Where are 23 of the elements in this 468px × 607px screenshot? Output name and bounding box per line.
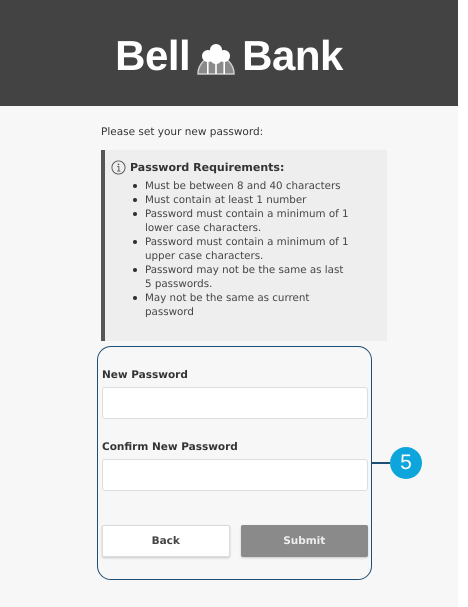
requirement-text: Password must contain a minimum of 1 upper case characters. [145, 235, 350, 263]
bullet-icon [133, 296, 137, 300]
bullet-icon [133, 268, 137, 272]
field-label: New Password [102, 369, 189, 381]
back-button[interactable]: Back [102, 525, 230, 557]
step-badge: 5 [390, 447, 422, 479]
field-label: Confirm New Password [102, 441, 239, 453]
requirement-text: May not be the same as current password [145, 291, 310, 319]
requirement-text: Password must contain a minimum of 1 lower case characters. [145, 207, 350, 235]
requirements-title: Password Requirements: [130, 161, 284, 174]
input-field[interactable] [102, 459, 368, 491]
bullet-icon [133, 184, 137, 188]
intro-text: Please set your new password: [101, 126, 264, 138]
info-icon [111, 160, 126, 175]
logo-text: Bell [115, 32, 190, 80]
requirement-text: Password may not be the same as last 5 passwords. [145, 263, 344, 291]
requirement-text: Must be between 8 and 40 characters [145, 179, 341, 193]
input-field[interactable] [102, 387, 368, 419]
bullet-icon [133, 240, 137, 244]
bullet-icon [133, 198, 137, 202]
logo-text: Bank [242, 32, 343, 80]
requirement-text: Must contain at least 1 number [145, 193, 306, 207]
bullet-icon [133, 212, 137, 216]
